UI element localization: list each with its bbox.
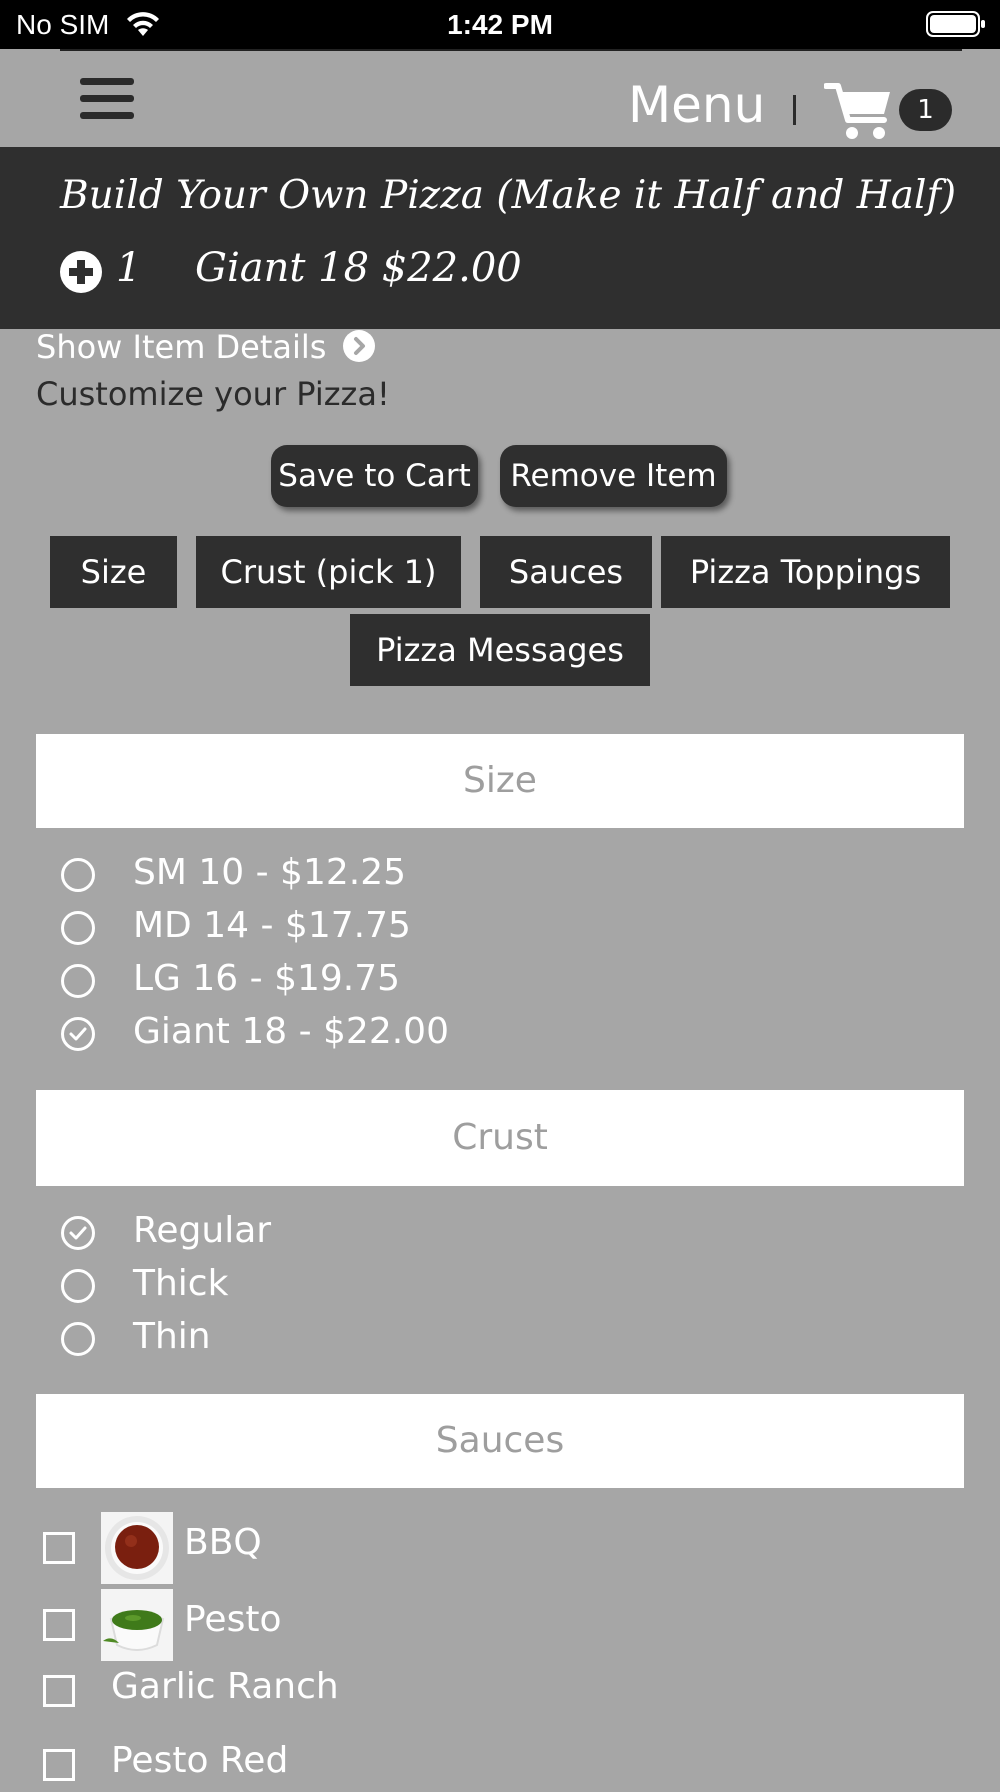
sauce-option-label: Garlic Ranch: [111, 1666, 339, 1707]
nav-separator: [793, 95, 796, 125]
checkbox-unchecked-icon[interactable]: [43, 1749, 75, 1781]
size-section-header: Size: [36, 734, 964, 828]
crust-option-thin[interactable]: Thin: [0, 1316, 1000, 1366]
remove-item-button[interactable]: Remove Item: [500, 445, 727, 507]
crust-option-regular[interactable]: Regular: [0, 1210, 1000, 1260]
nav-divider: [60, 49, 962, 51]
plus-circle-icon[interactable]: [60, 251, 102, 293]
save-to-cart-button[interactable]: Save to Cart: [271, 445, 478, 507]
crust-section-header: Crust: [36, 1090, 964, 1186]
sauces-section-header: Sauces: [36, 1394, 964, 1488]
sauce-option-pesto[interactable]: Pesto: [0, 1589, 1000, 1661]
sauce-option-label: Pesto: [184, 1599, 282, 1640]
radio-unchecked-icon[interactable]: [61, 1322, 95, 1356]
tab-crust[interactable]: Crust (pick 1): [196, 536, 461, 608]
menu-link[interactable]: Menu: [628, 76, 765, 134]
crust-option-label: Thin: [133, 1316, 211, 1357]
sauce-option-label: BBQ: [184, 1522, 262, 1563]
item-quantity: 1: [116, 245, 142, 291]
cart-icon[interactable]: [824, 80, 894, 142]
radio-checked-icon[interactable]: [61, 1216, 95, 1250]
radio-unchecked-icon[interactable]: [61, 964, 95, 998]
size-option-label: LG 16 - $19.75: [133, 958, 401, 999]
tab-pizza-messages[interactable]: Pizza Messages: [350, 614, 650, 686]
tab-pizza-toppings[interactable]: Pizza Toppings: [661, 536, 950, 608]
item-header: Build Your Own Pizza (Make it Half and H…: [0, 147, 1000, 329]
chevron-right-circle-icon: [342, 330, 375, 362]
tab-size[interactable]: Size: [50, 536, 177, 608]
checkbox-unchecked-icon[interactable]: [43, 1532, 75, 1564]
show-details-label: Show Item Details: [36, 328, 327, 366]
radio-unchecked-icon[interactable]: [61, 1269, 95, 1303]
status-bar: No SIM 1:42 PM: [0, 0, 1000, 49]
status-time: 1:42 PM: [447, 9, 553, 40]
cart-count-badge[interactable]: 1: [899, 89, 952, 131]
crust-option-label: Regular: [133, 1210, 272, 1251]
battery-icon: [926, 11, 985, 37]
customize-text: Customize your Pizza!: [36, 375, 390, 413]
sauce-option-garlic-ranch[interactable]: Garlic Ranch: [0, 1666, 1000, 1718]
tab-sauces[interactable]: Sauces: [480, 536, 652, 608]
size-option-label: Giant 18 - $22.00: [133, 1011, 449, 1052]
radio-checked-icon[interactable]: [61, 1017, 95, 1051]
bbq-sauce-image: [101, 1512, 173, 1584]
size-option-lg[interactable]: LG 16 - $19.75: [0, 958, 1000, 1008]
pesto-sauce-image: [101, 1589, 173, 1661]
sauce-option-label: Pesto Red: [111, 1740, 289, 1781]
size-option-md[interactable]: MD 14 - $17.75: [0, 905, 1000, 955]
size-option-label: MD 14 - $17.75: [133, 905, 411, 946]
show-item-details-link[interactable]: Show Item Details: [36, 328, 375, 366]
sauce-option-bbq[interactable]: BBQ: [0, 1512, 1000, 1584]
crust-option-thick[interactable]: Thick: [0, 1263, 1000, 1313]
hamburger-menu-icon[interactable]: [80, 78, 134, 124]
radio-unchecked-icon[interactable]: [61, 911, 95, 945]
checkbox-unchecked-icon[interactable]: [43, 1609, 75, 1641]
crust-option-label: Thick: [133, 1263, 229, 1304]
sauce-option-pesto-red[interactable]: Pesto Red: [0, 1740, 1000, 1792]
size-option-sm[interactable]: SM 10 - $12.25: [0, 852, 1000, 902]
item-title: Build Your Own Pizza (Make it Half and H…: [60, 173, 957, 218]
item-size-price: Giant 18 $22.00: [195, 245, 522, 291]
size-option-giant[interactable]: Giant 18 - $22.00: [0, 1011, 1000, 1061]
size-option-label: SM 10 - $12.25: [133, 852, 407, 893]
radio-unchecked-icon[interactable]: [61, 858, 95, 892]
checkbox-unchecked-icon[interactable]: [43, 1675, 75, 1707]
